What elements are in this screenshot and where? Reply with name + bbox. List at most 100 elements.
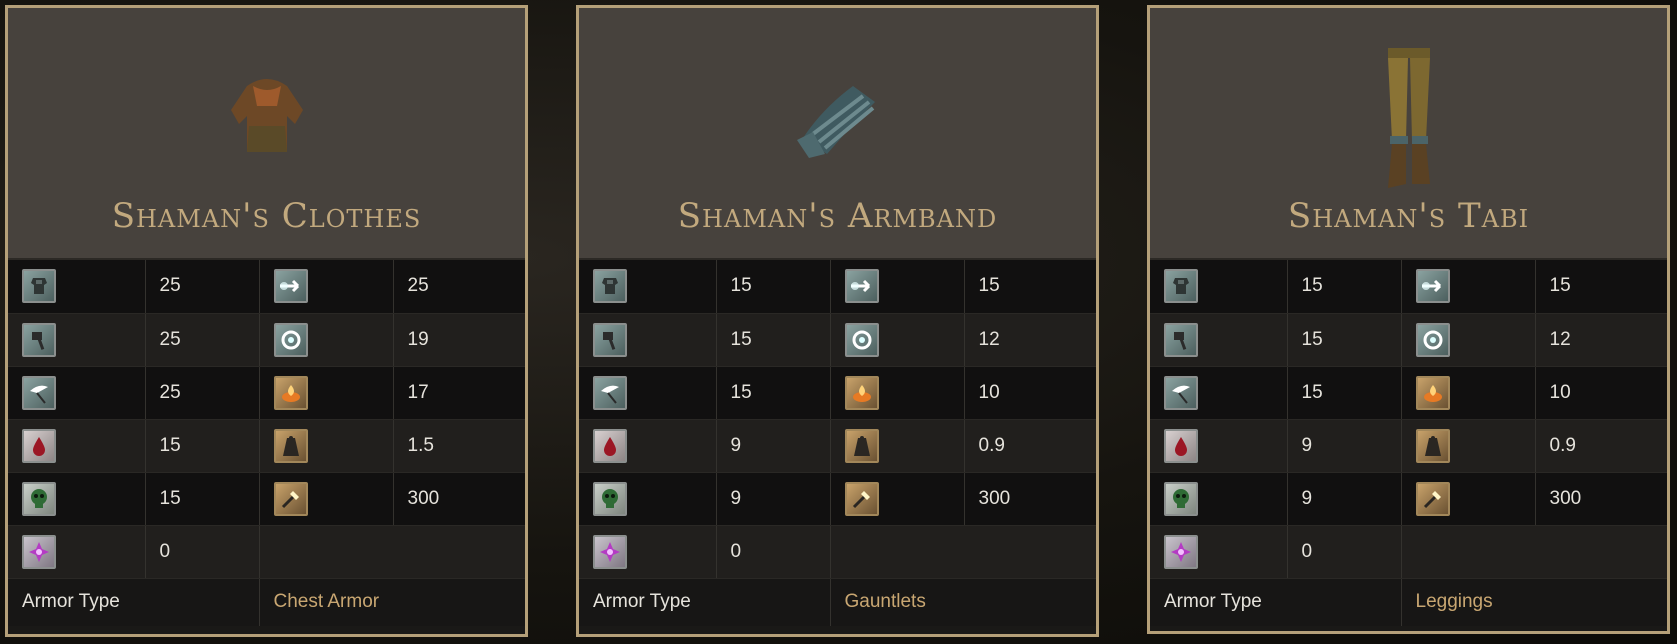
table-row: 15 300: [8, 472, 525, 526]
durability-icon: [273, 481, 308, 516]
blunt-defense-icon: [593, 322, 627, 357]
stat-value: 15: [964, 260, 1096, 314]
stat-value: 9: [716, 472, 831, 526]
stat-value: 25: [393, 260, 525, 314]
stat-value: 15: [1287, 260, 1402, 314]
physical-defense-icon: [593, 269, 627, 304]
pierce-defense-icon: [1415, 269, 1450, 304]
armor-type-value: Gauntlets: [830, 578, 1096, 626]
pierce-defense-icon: [273, 269, 308, 304]
table-row: 0: [8, 525, 525, 579]
item-card-2: Shaman's Armband 15 15 15 12 15 10 9 0.9: [576, 5, 1099, 637]
poison-resistance-icon: [22, 481, 56, 516]
stat-value: 9: [716, 419, 831, 473]
stat-value: 12: [1535, 313, 1667, 367]
stat-value: 15: [716, 366, 831, 420]
stat-value: 9: [1287, 419, 1402, 473]
table-row: 15 10: [1150, 366, 1667, 420]
armor-type-label: Armor Type: [1150, 578, 1402, 626]
blunt-defense-icon: [22, 322, 56, 357]
stat-value: 12: [964, 313, 1096, 367]
stat-value: 25: [145, 313, 260, 367]
stat-value: 300: [393, 472, 525, 526]
stat-value: 0: [145, 525, 260, 579]
chest-armor-image: [230, 79, 303, 152]
stat-value: 0.9: [964, 419, 1096, 473]
stat-value: 0: [1287, 525, 1402, 579]
leggings-image: [1387, 48, 1430, 188]
table-row: Armor Type Chest Armor: [8, 578, 525, 626]
stat-value: 15: [145, 472, 260, 526]
item-card-1: Shaman's Clothes 25 25 25 19 25 17 15 1.…: [5, 5, 528, 637]
table-row: 15 1.5: [8, 419, 525, 473]
table-row: Armor Type Gauntlets: [579, 578, 1096, 626]
armor-type-label: Armor Type: [579, 578, 831, 626]
table-row: 9 0.9: [579, 419, 1096, 473]
stat-value: 19: [393, 313, 525, 367]
empty-cell: [1401, 525, 1667, 579]
item-name: Shaman's Armband: [677, 196, 998, 236]
stat-value: 15: [1287, 313, 1402, 367]
table-row: 25 19: [8, 313, 525, 367]
item-card-header: Shaman's Clothes: [8, 8, 525, 260]
weight-icon: [1415, 428, 1450, 463]
stat-value: 15: [145, 419, 260, 473]
weight-icon: [273, 428, 308, 463]
table-row: 9 0.9: [1150, 419, 1667, 473]
poison-resistance-icon: [593, 481, 627, 516]
stat-value: 300: [1535, 472, 1667, 526]
gauntlets-image: [796, 86, 875, 158]
slash-defense-icon: [22, 375, 56, 410]
blunt-defense-icon: [1164, 322, 1198, 357]
table-row: 15 12: [579, 313, 1096, 367]
stat-value: 25: [145, 260, 260, 314]
armor-type-value: Leggings: [1401, 578, 1667, 626]
stats-table: 15 15 15 12 15 10 9 0.9 9 300 0 Armor Ty…: [579, 260, 1096, 626]
stat-value: 300: [964, 472, 1096, 526]
table-row: 0: [1150, 525, 1667, 579]
stat-value: 17: [393, 366, 525, 420]
stat-value: 10: [964, 366, 1096, 420]
stat-value: 9: [1287, 472, 1402, 526]
armor-type-label: Armor Type: [8, 578, 260, 626]
stats-table: 15 15 15 12 15 10 9 0.9 9 300 0 Armor Ty…: [1150, 260, 1667, 626]
slash-defense-icon: [1164, 375, 1198, 410]
table-row: 0: [579, 525, 1096, 579]
item-name: Shaman's Tabi: [1287, 196, 1530, 236]
table-row: 15 12: [1150, 313, 1667, 367]
stat-value: 10: [1535, 366, 1667, 420]
item-name: Shaman's Clothes: [111, 196, 422, 236]
table-row: 15 10: [579, 366, 1096, 420]
stat-value: 15: [1535, 260, 1667, 314]
bleed-resistance-icon: [593, 428, 627, 463]
weight-icon: [844, 428, 879, 463]
empty-cell: [259, 525, 525, 579]
slash-defense-icon: [593, 375, 627, 410]
table-row: 25 17: [8, 366, 525, 420]
empty-cell: [830, 525, 1096, 579]
fire-defense-icon: [273, 375, 308, 410]
item-card-header: Shaman's Armband: [579, 8, 1096, 260]
fire-defense-icon: [844, 375, 879, 410]
stat-value: 15: [716, 260, 831, 314]
magic-defense-icon: [844, 322, 879, 357]
physical-defense-icon: [1164, 269, 1198, 304]
item-card-3: Shaman's Tabi 15 15 15 12 15 10 9 0.9 9 …: [1147, 5, 1670, 634]
magic-defense-icon: [1415, 322, 1450, 357]
stat-value: 15: [716, 313, 831, 367]
fire-defense-icon: [1415, 375, 1450, 410]
item-card-header: Shaman's Tabi: [1150, 8, 1667, 260]
curse-resistance-icon: [1164, 534, 1198, 569]
table-row: 25 25: [8, 260, 525, 314]
table-row: 9 300: [1150, 472, 1667, 526]
table-row: Armor Type Leggings: [1150, 578, 1667, 626]
armor-type-value: Chest Armor: [259, 578, 525, 626]
poison-resistance-icon: [1164, 481, 1198, 516]
table-row: 9 300: [579, 472, 1096, 526]
physical-defense-icon: [22, 269, 56, 304]
durability-icon: [844, 481, 879, 516]
pierce-defense-icon: [844, 269, 879, 304]
table-row: 15 15: [1150, 260, 1667, 314]
table-row: 15 15: [579, 260, 1096, 314]
stat-value: 15: [1287, 366, 1402, 420]
